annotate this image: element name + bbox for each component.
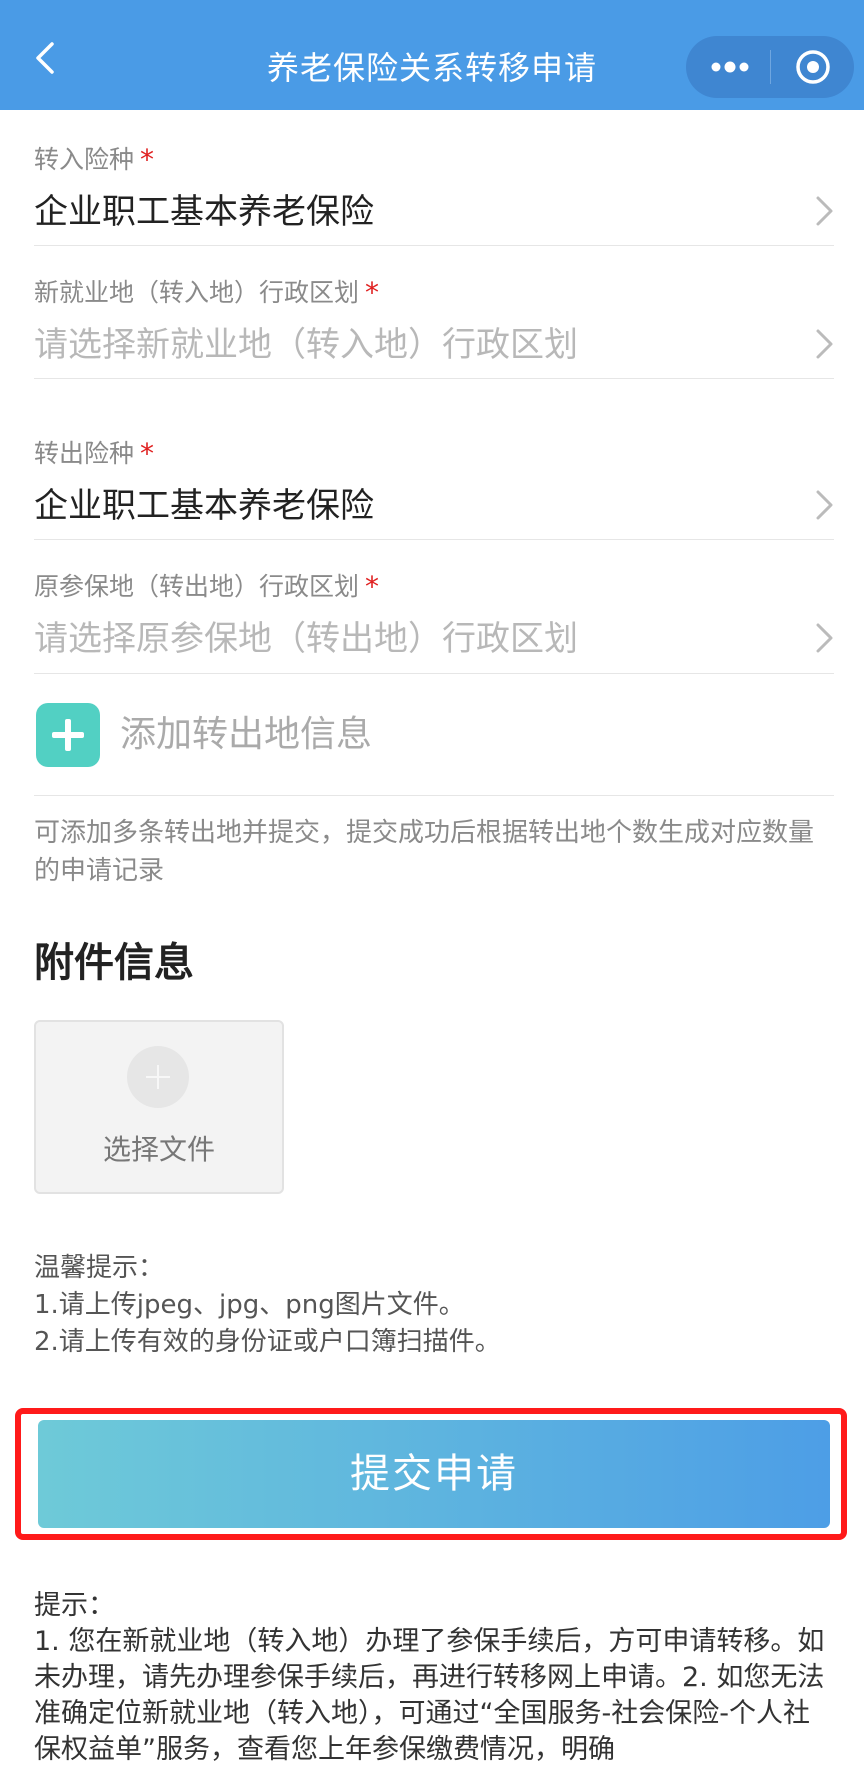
tips-line-2: 2.请上传有效的身份证或户口簿扫描件。 xyxy=(34,1327,501,1357)
field-placeholder: 请选择新就业地（转入地）行政区划 xyxy=(34,325,578,365)
transfer-in-insurance-field[interactable]: 转入险种 * 企业职工基本养老保险 xyxy=(34,143,834,237)
field-value: 企业职工基本养老保险 xyxy=(34,486,374,526)
field-label-text: 转出险种 xyxy=(34,439,135,468)
field-label: 原参保地（转出地）行政区划 * xyxy=(34,570,834,604)
divider xyxy=(34,245,834,246)
attachment-section-title: 附件信息 xyxy=(34,940,194,986)
field-label-text: 转入险种 xyxy=(34,145,135,174)
required-mark: * xyxy=(365,570,380,603)
divider xyxy=(34,378,834,379)
plus-icon xyxy=(36,703,100,767)
upload-plus-icon xyxy=(127,1046,189,1108)
multi-record-note: 可添加多条转出地并提交，提交成功后根据转出地个数生成对应数量的申请记录 xyxy=(34,818,815,886)
field-label: 转入险种 * xyxy=(34,143,834,177)
required-mark: * xyxy=(140,143,155,176)
navigation-bar: 养老保险关系转移申请 xyxy=(0,0,864,110)
field-placeholder: 请选择原参保地（转出地）行政区划 xyxy=(34,619,578,659)
transfer-out-insurance-field[interactable]: 转出险种 * 企业职工基本养老保险 xyxy=(34,437,834,531)
close-target-icon[interactable] xyxy=(794,48,832,86)
tips-heading: 温馨提示： xyxy=(34,1253,165,1283)
original-insured-region-field[interactable]: 原参保地（转出地）行政区划 * 请选择原参保地（转出地）行政区划 xyxy=(34,570,834,664)
chevron-right-icon xyxy=(816,490,833,520)
chevron-right-icon xyxy=(816,623,833,653)
required-mark: * xyxy=(365,276,380,309)
mini-program-capsule xyxy=(686,36,854,98)
more-icon[interactable] xyxy=(708,55,752,79)
divider xyxy=(34,795,834,796)
file-upload-button[interactable]: 选择文件 xyxy=(34,1020,284,1194)
chevron-right-icon xyxy=(816,329,833,359)
divider xyxy=(34,539,834,540)
field-label-text: 原参保地（转出地）行政区划 xyxy=(34,572,360,601)
field-label: 转出险种 * xyxy=(34,437,834,471)
divider xyxy=(34,673,834,674)
bottom-tips-heading: 提示： xyxy=(34,1590,115,1621)
upload-label: 选择文件 xyxy=(102,1133,215,1166)
tips-line-1: 1.请上传jpeg、jpg、png图片文件。 xyxy=(34,1290,465,1320)
upload-tips: 温馨提示： 1.请上传jpeg、jpg、png图片文件。 2.请上传有效的身份证… xyxy=(34,1250,834,1361)
add-transfer-out-button[interactable]: 添加转出地信息 xyxy=(34,700,834,770)
add-transfer-out-label: 添加转出地信息 xyxy=(120,714,373,755)
required-mark: * xyxy=(140,437,155,470)
new-employment-region-field[interactable]: 新就业地（转入地）行政区划 * 请选择新就业地（转入地）行政区划 xyxy=(34,276,834,370)
capsule-divider xyxy=(770,50,771,84)
field-value: 企业职工基本养老保险 xyxy=(34,192,374,232)
chevron-right-icon xyxy=(816,196,833,226)
bottom-tips: 提示： 1. 您在新就业地（转入地）办理了参保手续后，方可申请转移。如未办理，请… xyxy=(34,1588,834,1768)
field-label-text: 新就业地（转入地）行政区划 xyxy=(34,278,360,307)
bottom-tips-text: 1. 您在新就业地（转入地）办理了参保手续后，方可申请转移。如未办理，请先办理参… xyxy=(34,1626,825,1765)
submit-application-button[interactable]: 提交申请 xyxy=(38,1420,830,1528)
field-label: 新就业地（转入地）行政区划 * xyxy=(34,276,834,310)
